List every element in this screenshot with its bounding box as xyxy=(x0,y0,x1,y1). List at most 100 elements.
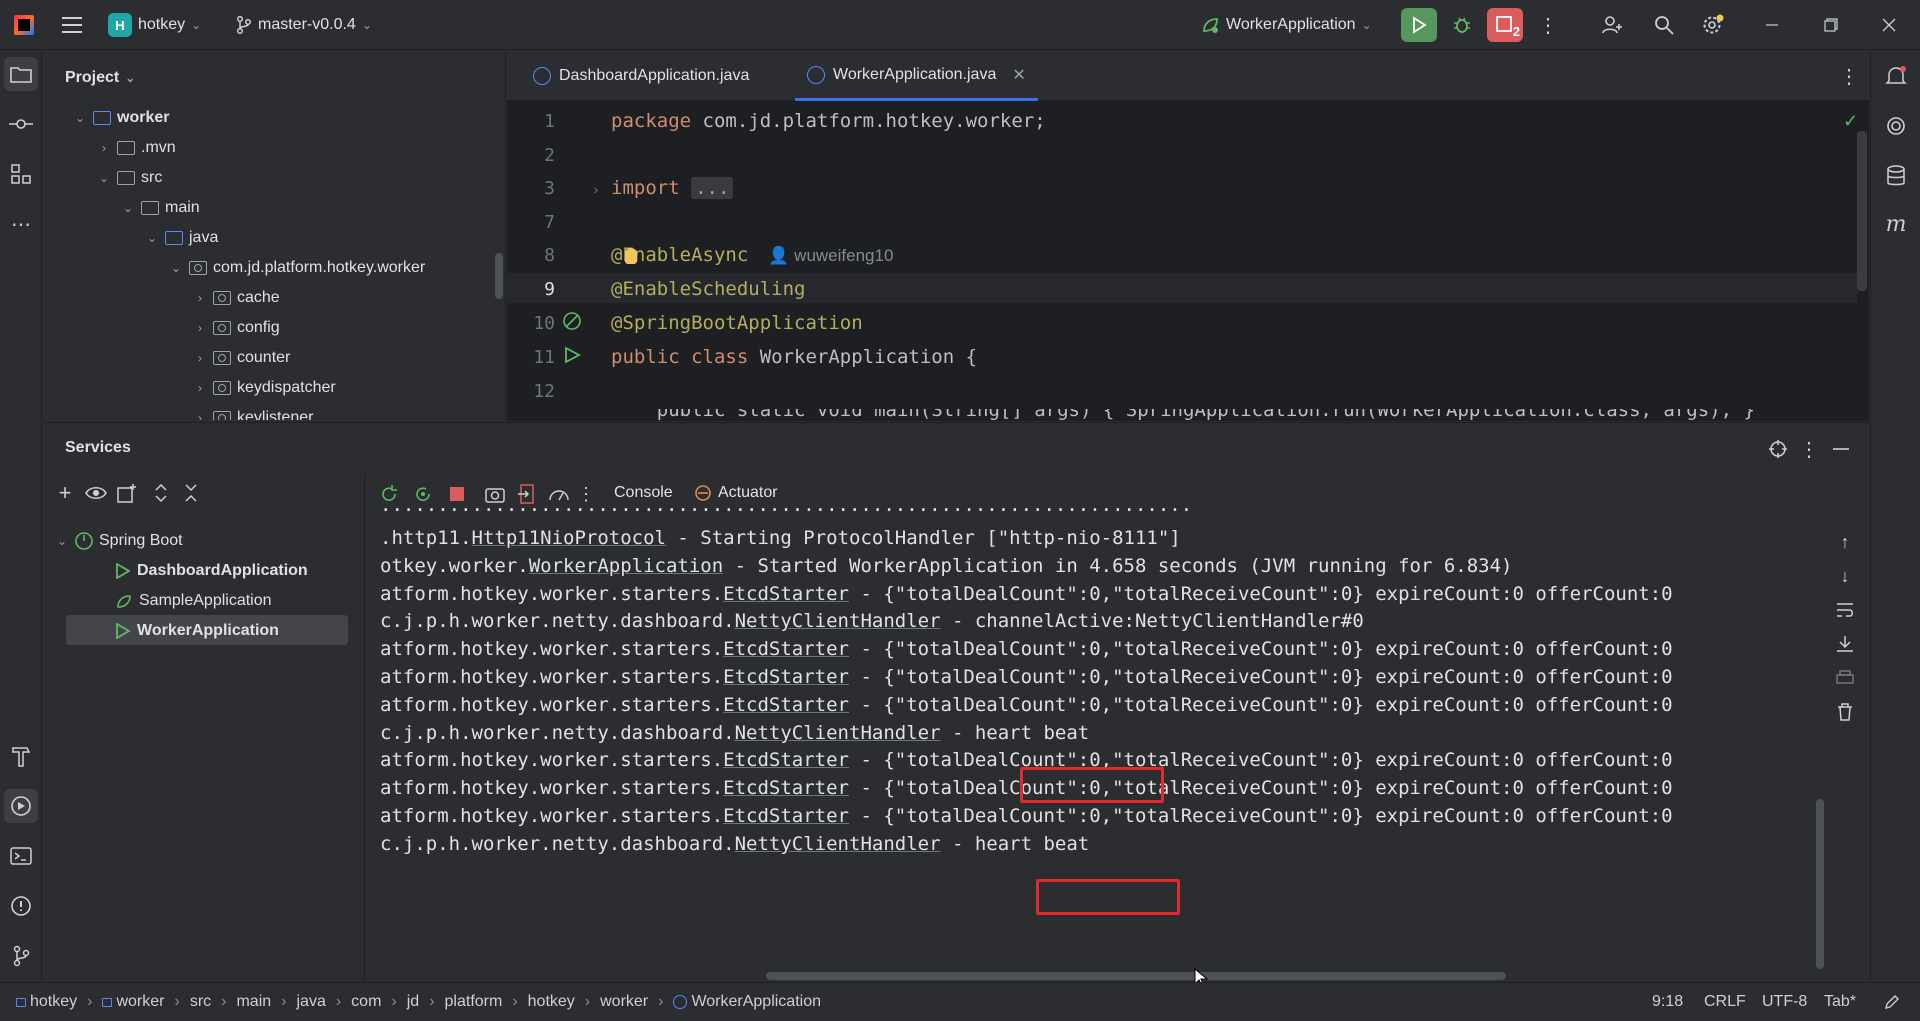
tab-worker-application[interactable]: WorkerApplication.java ✕ xyxy=(795,51,1038,101)
add-service-icon[interactable]: + xyxy=(53,480,77,505)
branch-selector[interactable]: master-v0.0.4 ⌄ xyxy=(236,0,372,50)
intention-bulb-icon[interactable] xyxy=(625,248,637,264)
service-dashboard-application[interactable]: DashboardApplication xyxy=(115,557,308,585)
maven-icon[interactable]: m xyxy=(1879,207,1913,241)
log-class-link[interactable]: NettyClientHandler xyxy=(735,833,941,855)
code-line-8[interactable]: @EnableAsync 👤 wuweifeng10 xyxy=(611,244,893,266)
search-icon[interactable] xyxy=(1648,10,1680,40)
scroll-to-end-icon[interactable] xyxy=(1831,631,1859,657)
log-class-link[interactable]: NettyClientHandler xyxy=(735,610,941,632)
main-menu-icon[interactable] xyxy=(58,12,86,38)
edit-pencil-icon[interactable] xyxy=(1880,991,1904,1013)
run-config-selector[interactable]: WorkerApplication ⌄ xyxy=(1200,0,1372,50)
log-class-link[interactable]: NettyClientHandler xyxy=(735,722,941,744)
tree-row-cache[interactable]: › cache xyxy=(193,284,280,312)
log-class-link[interactable]: EtcdStarter xyxy=(723,777,849,799)
log-class-link[interactable]: WorkerApplication xyxy=(529,555,723,577)
log-class-link[interactable]: EtcdStarter xyxy=(723,749,849,771)
breadcrumb-item[interactable]: worker xyxy=(102,993,164,1011)
log-class-link[interactable]: EtcdStarter xyxy=(723,805,849,827)
structure-tool-icon[interactable] xyxy=(4,157,38,191)
tree-row-java[interactable]: ⌄ java xyxy=(145,224,218,252)
folded-imports[interactable]: ... xyxy=(691,177,734,199)
tree-row-keydispatcher[interactable]: › keydispatcher xyxy=(193,374,336,402)
project-scrollbar[interactable] xyxy=(495,253,503,299)
tree-row-spring-boot[interactable]: ⌄ Spring Boot xyxy=(55,527,183,555)
tree-row-mvn[interactable]: › .mvn xyxy=(97,134,176,162)
debug-button[interactable] xyxy=(1446,10,1478,40)
show-running-eye-icon[interactable] xyxy=(83,481,109,505)
breadcrumb-item[interactable]: WorkerApplication xyxy=(673,993,821,1011)
code-line-1[interactable]: package com.jd.platform.hotkey.worker; xyxy=(611,110,1046,132)
scroll-up-arrow-icon[interactable]: ↑ xyxy=(1831,529,1859,555)
code-line-9[interactable]: @EnableScheduling xyxy=(611,278,805,300)
tree-row-config[interactable]: › config xyxy=(193,314,280,342)
stop-button[interactable]: 2 xyxy=(1487,8,1523,42)
breadcrumb-item[interactable]: main xyxy=(236,993,271,1011)
services-tool-icon[interactable] xyxy=(4,789,38,823)
ai-assistant-icon[interactable] xyxy=(1879,109,1913,143)
tab-options-icon[interactable]: ⋮ xyxy=(1837,63,1861,89)
more-actions-icon[interactable]: ⋮ xyxy=(1534,10,1562,40)
code-line-11[interactable]: public class WorkerApplication { xyxy=(611,346,977,368)
project-selector[interactable]: H hotkey ⌄ xyxy=(108,0,201,50)
log-class-link[interactable]: Http11NioProtocol xyxy=(472,527,666,549)
new-group-icon[interactable] xyxy=(115,481,139,505)
problems-icon[interactable] xyxy=(4,889,38,923)
log-class-link[interactable]: EtcdStarter xyxy=(723,583,849,605)
breadcrumb-item[interactable]: worker xyxy=(600,993,648,1011)
build-hammer-icon[interactable] xyxy=(4,739,38,773)
service-worker-application[interactable]: WorkerApplication xyxy=(115,617,279,645)
tree-row-src[interactable]: ⌄ src xyxy=(97,164,162,192)
notifications-bell-icon[interactable] xyxy=(1879,59,1913,93)
spring-bean-gutter-icon[interactable] xyxy=(561,310,583,332)
terminal-icon[interactable] xyxy=(4,839,38,873)
git-icon[interactable] xyxy=(4,939,38,973)
add-user-icon[interactable] xyxy=(1596,10,1628,40)
console-v-scrollbar[interactable] xyxy=(1816,799,1824,969)
breadcrumb-item[interactable]: platform xyxy=(445,993,503,1011)
breadcrumb-item[interactable]: com xyxy=(351,993,381,1011)
breadcrumb-item[interactable]: hotkey xyxy=(16,993,77,1011)
app-logo-icon[interactable] xyxy=(14,0,34,50)
breadcrumb-item[interactable]: hotkey xyxy=(528,993,575,1011)
service-sample-application[interactable]: SampleApplication xyxy=(115,587,272,615)
project-panel-title[interactable]: Project ⌄ xyxy=(65,69,135,87)
more-tools-icon[interactable]: ⋯ xyxy=(4,207,38,241)
soft-wrap-icon[interactable] xyxy=(1831,597,1859,623)
line-separator[interactable]: CRLF xyxy=(1704,983,1746,1021)
commit-tool-icon[interactable] xyxy=(4,107,38,141)
console-output[interactable]: ········································… xyxy=(366,499,1826,981)
print-icon[interactable] xyxy=(1831,665,1859,691)
expand-all-icon[interactable] xyxy=(149,481,173,505)
tree-row-counter[interactable]: › counter xyxy=(193,344,290,372)
database-icon[interactable] xyxy=(1879,159,1913,193)
code-line-13[interactable]: public static void main(String[] args) {… xyxy=(611,409,1755,421)
cursor-position[interactable]: 9:18 xyxy=(1652,983,1683,1021)
log-class-link[interactable]: EtcdStarter xyxy=(723,666,849,688)
hide-panel-icon[interactable] xyxy=(1827,435,1855,463)
project-tool-icon[interactable] xyxy=(4,57,38,91)
breadcrumb-item[interactable]: src xyxy=(190,993,211,1011)
run-gutter-icon[interactable] xyxy=(561,344,583,366)
code-line-10[interactable]: @SpringBootApplication xyxy=(611,312,863,334)
tree-row-package[interactable]: ⌄ com.jd.platform.hotkey.worker xyxy=(169,254,425,282)
log-class-link[interactable]: EtcdStarter xyxy=(723,638,849,660)
breadcrumb-item[interactable]: jd xyxy=(407,993,419,1011)
log-class-link[interactable]: EtcdStarter xyxy=(723,694,849,716)
settings-gear-icon[interactable] xyxy=(1697,10,1729,40)
close-tab-icon[interactable]: ✕ xyxy=(1012,65,1025,85)
fold-chevron-icon[interactable]: › xyxy=(589,179,603,199)
rerun-button[interactable] xyxy=(1401,8,1437,42)
tree-row-main[interactable]: ⌄ main xyxy=(121,194,200,222)
code-line-3[interactable]: import ... xyxy=(611,177,734,199)
indent-setting[interactable]: Tab* xyxy=(1824,983,1856,1021)
minimize-button[interactable] xyxy=(1756,10,1788,40)
tree-row-worker[interactable]: ⌄ worker xyxy=(73,104,170,132)
locate-crosshair-icon[interactable] xyxy=(1764,435,1792,463)
breadcrumb-item[interactable]: java xyxy=(296,993,325,1011)
file-encoding[interactable]: UTF-8 xyxy=(1762,983,1807,1021)
close-button[interactable] xyxy=(1873,10,1905,40)
scroll-down-arrow-icon[interactable]: ↓ xyxy=(1831,563,1859,589)
collapse-all-icon[interactable] xyxy=(179,481,203,505)
